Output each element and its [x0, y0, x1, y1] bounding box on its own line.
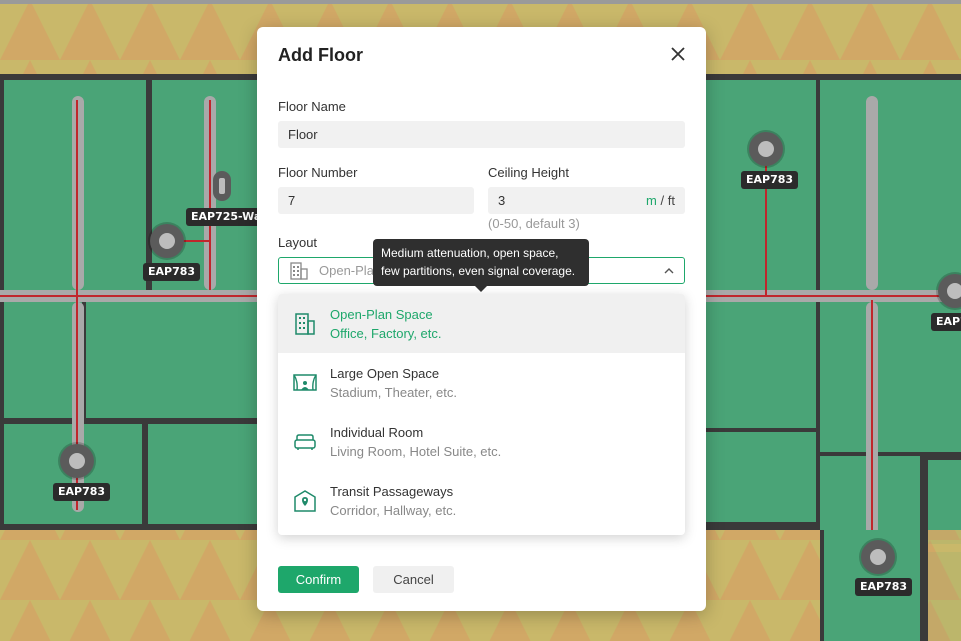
layout-dropdown-menu: Open-Plan Space Office, Factory, etc. La…	[278, 294, 685, 535]
option-title: Large Open Space	[330, 366, 440, 381]
ceiling-height-hint: (0-50, default 3)	[488, 216, 580, 231]
chevron-up-icon	[664, 268, 674, 274]
layout-label: Layout	[278, 235, 318, 250]
layout-option-large-open[interactable]: Large Open Space Stadium, Theater, etc.	[278, 353, 685, 412]
close-button[interactable]	[665, 41, 691, 67]
floor-name-input[interactable]: Floor	[278, 121, 685, 148]
option-subtitle: Stadium, Theater, etc.	[330, 385, 457, 400]
sofa-icon	[294, 434, 316, 450]
building-icon	[290, 262, 308, 280]
access-point-icon[interactable]	[861, 540, 895, 574]
floor-number-input[interactable]: 7	[278, 187, 474, 214]
ceiling-height-label: Ceiling Height	[488, 165, 569, 180]
floor-name-value: Floor	[288, 127, 318, 142]
layout-option-individual-room[interactable]: Individual Room Living Room, Hotel Suite…	[278, 412, 685, 471]
access-point-label: EAP783	[741, 171, 799, 189]
option-subtitle: Living Room, Hotel Suite, etc.	[330, 444, 502, 459]
unit-feet[interactable]: ft	[668, 193, 675, 208]
dialog-title: Add Floor	[278, 45, 363, 65]
option-title: Transit Passageways	[330, 484, 454, 499]
access-point-label: EAP783	[143, 263, 201, 281]
floor-name-label: Floor Name	[278, 99, 346, 114]
layout-tooltip: Medium attenuation, open space, few part…	[373, 239, 589, 292]
confirm-button[interactable]: Confirm	[278, 566, 359, 593]
option-subtitle: Office, Factory, etc.	[330, 326, 442, 341]
unit-separator: /	[660, 193, 665, 208]
building-icon	[295, 313, 315, 335]
access-point-label: EAP783	[53, 483, 111, 501]
access-point-icon[interactable]	[60, 444, 94, 478]
option-title: Individual Room	[330, 425, 424, 440]
ceiling-height-value: 3	[498, 193, 506, 208]
theater-icon	[293, 374, 317, 391]
access-point-icon[interactable]	[150, 224, 184, 258]
option-title: Open-Plan Space	[330, 307, 433, 322]
location-pin-icon	[294, 490, 316, 512]
cancel-button[interactable]: Cancel	[373, 566, 454, 593]
option-subtitle: Corridor, Hallway, etc.	[330, 503, 457, 518]
tooltip-line: Medium attenuation, open space,	[381, 246, 559, 260]
close-icon	[671, 47, 685, 61]
floor-number-value: 7	[288, 193, 296, 208]
access-point-icon[interactable]	[213, 171, 231, 201]
ceiling-height-input[interactable]: 3 m / ft	[488, 187, 685, 214]
unit-meter[interactable]: m	[646, 193, 657, 208]
access-point-label: EAP7	[931, 313, 961, 331]
unit-toggle[interactable]: m / ft	[646, 187, 675, 214]
access-point-icon[interactable]	[749, 132, 783, 166]
layout-option-transit[interactable]: Transit Passageways Corridor, Hallway, e…	[278, 471, 685, 530]
floor-number-label: Floor Number	[278, 165, 358, 180]
tooltip-line: few partitions, even signal coverage.	[381, 264, 576, 278]
layout-option-open-plan[interactable]: Open-Plan Space Office, Factory, etc.	[278, 294, 685, 353]
access-point-label: EAP783	[855, 578, 913, 596]
